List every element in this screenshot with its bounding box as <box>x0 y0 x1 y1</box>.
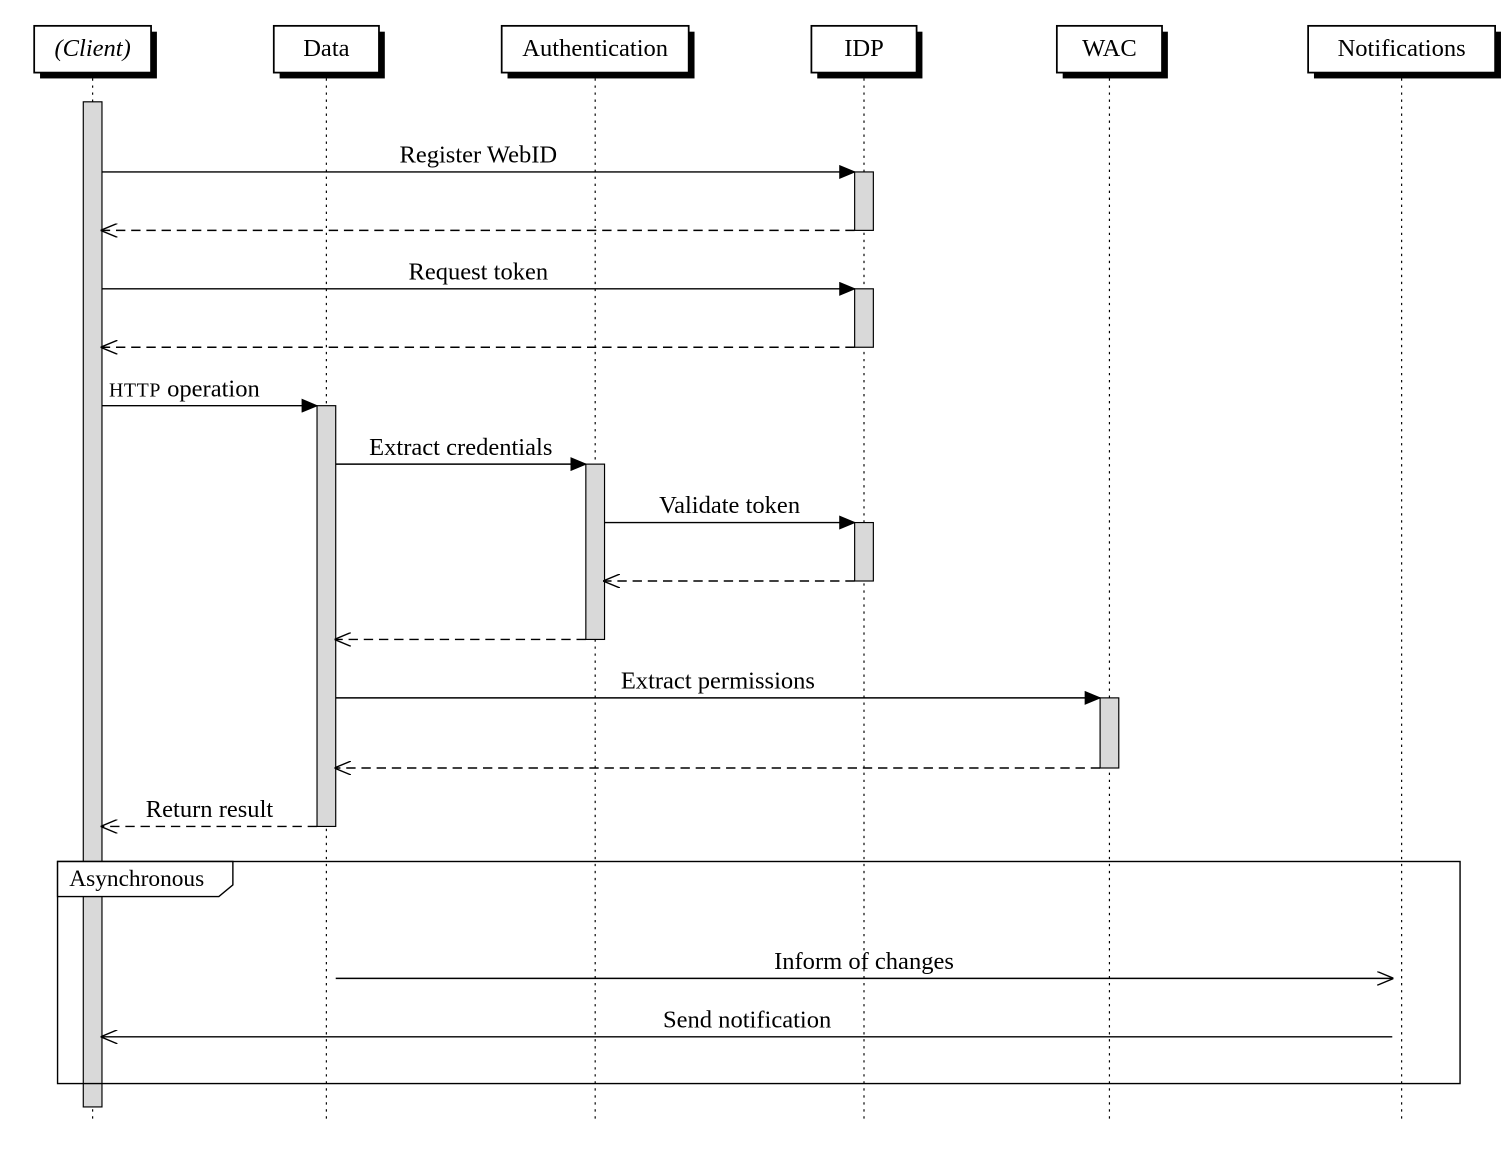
fragment-box <box>58 862 1461 1084</box>
participant-label-wac: WAC <box>1082 35 1137 62</box>
participant-label-data: Data <box>303 35 349 62</box>
message-label: Request token <box>408 258 548 285</box>
sequence-diagram: (Client) Data Authentication IDP WAC Notifica… <box>20 20 1501 1142</box>
message-label: Register WebID <box>399 142 557 169</box>
message-label: Inform of changes <box>774 948 954 975</box>
fragment-label: Asynchronous <box>69 866 204 892</box>
activation-auth <box>586 464 605 639</box>
participant-label-client: (Client) <box>54 35 130 62</box>
activation-wac <box>1100 698 1119 768</box>
activation-data <box>317 406 336 827</box>
activation-idp <box>855 172 874 230</box>
message-label: Return result <box>146 796 274 823</box>
message-label: Send notification <box>663 1006 831 1033</box>
message-label: Validate token <box>659 492 800 519</box>
activation-idp <box>855 523 874 581</box>
activation-client <box>83 102 102 1107</box>
activation-idp <box>855 289 874 347</box>
participant-label-idp: IDP <box>844 35 884 62</box>
message-label: Extract permissions <box>621 668 815 695</box>
participant-label-auth: Authentication <box>522 35 668 62</box>
participant-label-notif: Notifications <box>1338 35 1466 62</box>
message-label: Extract credentials <box>369 434 552 461</box>
message-label: HTTP operation <box>109 375 260 402</box>
